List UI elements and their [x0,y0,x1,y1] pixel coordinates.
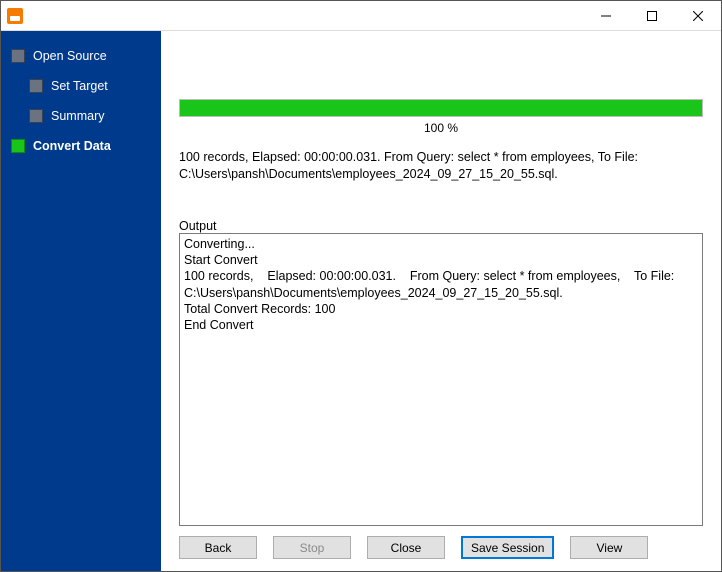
button-row: Back Stop Close Save Session View [179,526,703,563]
view-button[interactable]: View [570,536,648,559]
output-label: Output [179,219,703,233]
step-set-target[interactable]: Set Target [1,71,161,101]
app-window: Open Source Set Target Summary Convert D… [0,0,722,572]
step-label: Convert Data [33,139,111,153]
back-button[interactable]: Back [179,536,257,559]
progress-section: 100 % [179,99,703,135]
step-marker-icon [29,79,43,93]
window-controls [583,1,721,30]
output-textarea[interactable]: Converting... Start Convert 100 records,… [179,233,703,526]
step-summary[interactable]: Summary [1,101,161,131]
main-panel: 100 % 100 records, Elapsed: 00:00:00.031… [161,31,721,571]
minimize-button[interactable] [583,1,629,30]
progress-fill [180,100,702,116]
status-text: 100 records, Elapsed: 00:00:00.031. From… [179,149,703,183]
step-label: Set Target [51,79,108,93]
step-label: Open Source [33,49,107,63]
step-convert-data[interactable]: Convert Data [1,131,161,161]
app-icon [7,8,23,24]
step-label: Summary [51,109,104,123]
step-marker-icon [11,49,25,63]
close-wizard-button[interactable]: Close [367,536,445,559]
step-open-source[interactable]: Open Source [1,41,161,71]
titlebar [1,1,721,31]
progress-bar [179,99,703,117]
maximize-button[interactable] [629,1,675,30]
save-session-button[interactable]: Save Session [461,536,554,559]
stop-button: Stop [273,536,351,559]
step-marker-icon [29,109,43,123]
progress-percent-label: 100 % [424,121,458,135]
wizard-sidebar: Open Source Set Target Summary Convert D… [1,31,161,571]
step-marker-icon [11,139,25,153]
close-button[interactable] [675,1,721,30]
